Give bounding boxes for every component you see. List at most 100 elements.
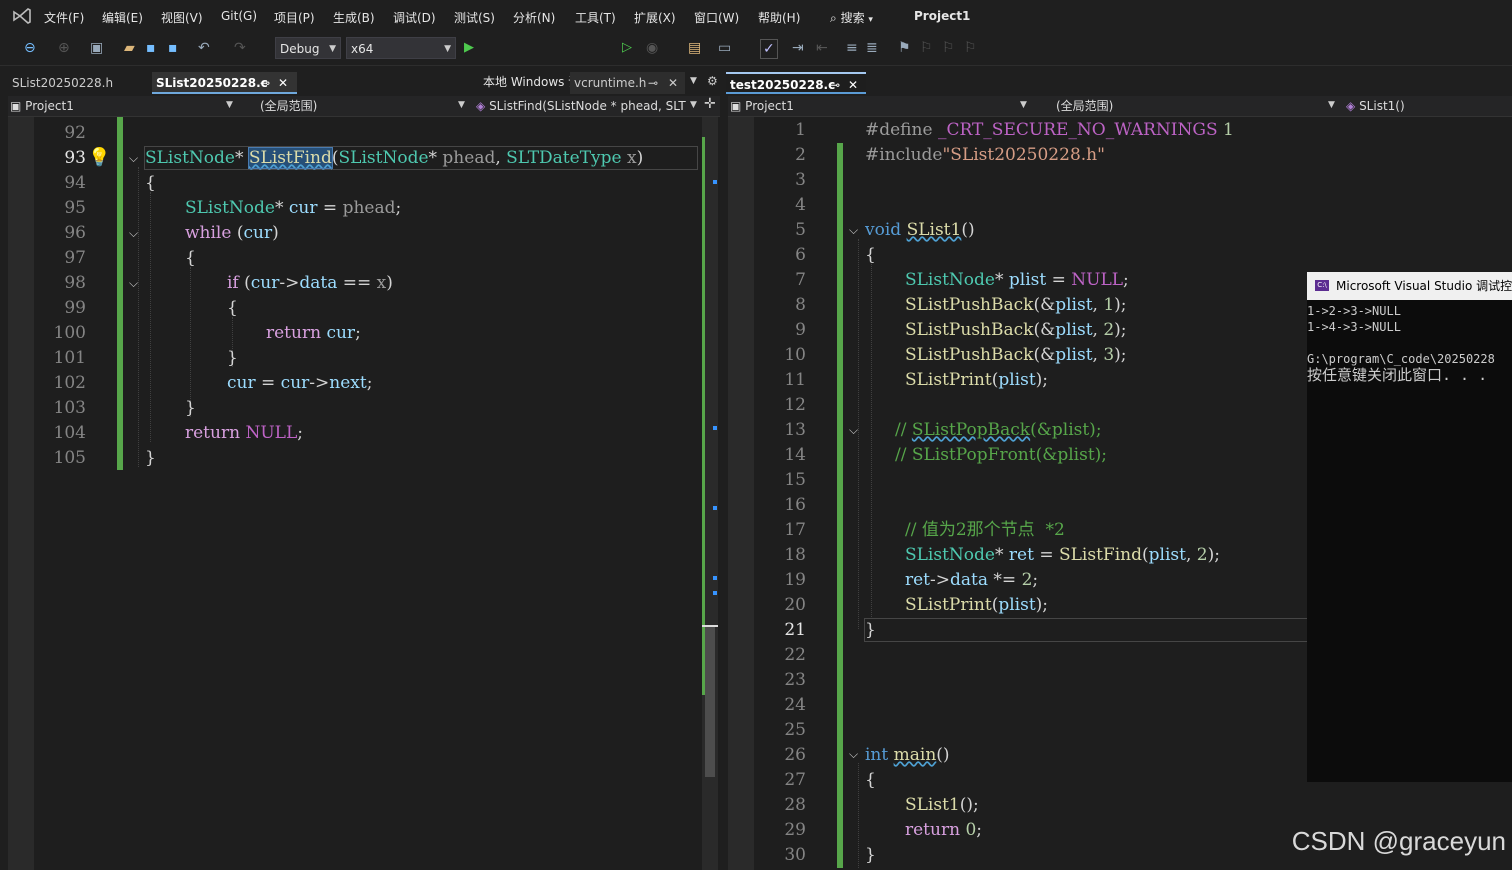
bookmark-icon[interactable]: ⚑ xyxy=(898,39,911,57)
collapse-icon[interactable]: ⌵ xyxy=(849,747,858,762)
code-line-2[interactable]: #include"SList20250228.h" xyxy=(865,143,1105,168)
code-line-6[interactable]: { xyxy=(865,243,876,268)
pin-icon[interactable]: ⊸ xyxy=(648,72,658,94)
code-line-28[interactable]: SList1(); xyxy=(905,793,979,818)
menu-build[interactable]: 生成(B) xyxy=(333,9,375,26)
member-dropdown[interactable]: ◈ SList1() xyxy=(1346,96,1405,116)
menu-git[interactable]: Git(G) xyxy=(221,9,257,23)
code-line-95[interactable]: SListNode* cur = phead; xyxy=(185,196,401,221)
lightbulb-icon[interactable]: 💡 xyxy=(88,147,110,168)
code-line-101[interactable]: } xyxy=(227,346,238,371)
scrollbar-thumb[interactable] xyxy=(705,625,715,777)
save-icon[interactable]: ▪ xyxy=(146,39,156,57)
menu-window[interactable]: 窗口(W) xyxy=(694,9,739,26)
menu-edit[interactable]: 编辑(E) xyxy=(102,9,143,26)
code-line-103[interactable]: } xyxy=(185,396,196,421)
indent-icon[interactable]: ⇥ xyxy=(792,39,804,57)
folder-view-icon[interactable]: ▤ xyxy=(688,39,701,57)
code-line-97[interactable]: { xyxy=(185,246,196,271)
code-line-102[interactable]: cur = cur->next; xyxy=(227,371,372,396)
code-line-93[interactable]: SListNode* SListFind(SListNode* phead, S… xyxy=(145,146,643,171)
tab-overflow-icon[interactable]: ▼ xyxy=(690,76,697,86)
code-line-14[interactable]: // SListPopFront(&plist); xyxy=(895,443,1107,468)
code-line-27[interactable]: { xyxy=(865,768,876,793)
console-title-bar[interactable]: C:\ Microsoft Visual Studio 调试控 xyxy=(1307,272,1512,300)
code-line-20[interactable]: SListPrint(plist); xyxy=(905,593,1048,618)
pin-icon[interactable]: ⊸ xyxy=(260,72,270,94)
menu-help[interactable]: 帮助(H) xyxy=(758,9,800,26)
code-line-21[interactable]: } xyxy=(865,618,876,643)
code-line-10[interactable]: SListPushBack(&plist, 3); xyxy=(905,343,1127,368)
tab-slist-c[interactable]: SList20250228.c ⊸ ✕ xyxy=(152,72,297,94)
spell-check-icon[interactable]: ✓ xyxy=(760,39,778,59)
tab-test-c[interactable]: test20250228.c ⊸ ✕ xyxy=(726,72,866,94)
outdent-icon[interactable]: ⇤ xyxy=(816,39,828,57)
code-line-19[interactable]: ret->data *= 2; xyxy=(905,568,1038,593)
run-debug-button[interactable]: ▶ xyxy=(464,39,474,57)
code-line-99[interactable]: { xyxy=(227,296,238,321)
collapse-icon[interactable]: ⌵ xyxy=(849,223,858,238)
window-layout-icon[interactable]: ▭ xyxy=(718,39,731,57)
vertical-scrollbar[interactable] xyxy=(702,117,718,870)
code-line-5[interactable]: void SList1() xyxy=(865,218,975,243)
code-line-104[interactable]: return NULL; xyxy=(185,421,303,446)
code-line-105[interactable]: } xyxy=(145,446,156,471)
code-line-26[interactable]: int main() xyxy=(865,743,950,768)
collapse-icon[interactable]: ⌵ xyxy=(129,276,138,291)
left-code-editor[interactable]: 92 93 94 95 96 97 98 99 100 101 102 103 … xyxy=(8,117,720,870)
close-icon[interactable]: ✕ xyxy=(278,72,288,94)
code-line-17[interactable]: // 值为2那个节点 *2 xyxy=(905,518,1065,543)
code-line-7[interactable]: SListNode* plist = NULL; xyxy=(905,268,1129,293)
debug-console-window[interactable]: C:\ Microsoft Visual Studio 调试控 1->2->3-… xyxy=(1307,272,1512,782)
uncomment-icon[interactable]: ≣ xyxy=(866,39,878,57)
scope-dropdown[interactable]: (全局范围) xyxy=(260,96,317,116)
gear-icon[interactable]: ⚙ xyxy=(707,74,718,88)
clear-bookmarks-icon[interactable]: ⚐ xyxy=(964,39,977,57)
undo-icon[interactable]: ↶ xyxy=(198,39,210,57)
new-project-icon[interactable]: ▣ xyxy=(90,39,103,57)
forward-icon[interactable]: ⊕ xyxy=(58,39,70,57)
split-icon[interactable]: ✛ xyxy=(704,96,716,112)
menu-tools[interactable]: 工具(T) xyxy=(575,9,616,26)
close-icon[interactable]: ✕ xyxy=(668,72,678,94)
code-line-9[interactable]: SListPushBack(&plist, 2); xyxy=(905,318,1127,343)
code-line-100[interactable]: return cur; xyxy=(266,321,361,346)
open-folder-icon[interactable]: ▰ xyxy=(124,39,135,57)
member-dropdown[interactable]: ◈ SListFind(SListNode * phead, SLTI xyxy=(476,96,686,116)
menu-file[interactable]: 文件(F) xyxy=(44,9,84,26)
tab-slist-h[interactable]: SList20250228.h xyxy=(8,72,148,94)
project-dropdown[interactable]: ▣ Project1 xyxy=(10,96,74,116)
code-line-29[interactable]: return 0; xyxy=(905,818,982,843)
project-dropdown[interactable]: ▣ Project1 xyxy=(730,96,794,116)
redo-icon[interactable]: ↷ xyxy=(234,39,246,57)
configuration-select[interactable]: Debug ▼ xyxy=(275,37,341,59)
save-all-icon[interactable]: ▪ xyxy=(168,39,178,57)
menu-debug[interactable]: 调试(D) xyxy=(393,9,436,26)
start-without-debug-icon[interactable]: ▷ xyxy=(622,39,632,57)
code-line-13[interactable]: // SListPopBack(&plist); xyxy=(895,418,1102,443)
close-icon[interactable]: ✕ xyxy=(848,74,858,96)
next-bookmark-icon[interactable]: ⚐ xyxy=(942,39,955,57)
menu-view[interactable]: 视图(V) xyxy=(161,9,203,26)
collapse-icon[interactable]: ⌵ xyxy=(129,226,138,241)
scope-dropdown[interactable]: (全局范围) xyxy=(1056,96,1113,116)
tab-vcruntime-h[interactable]: vcruntime.h ⊸ ✕ xyxy=(570,72,685,94)
search-button[interactable]: ⌕ 搜索 ▾ xyxy=(830,9,873,26)
prev-bookmark-icon[interactable]: ⚐ xyxy=(920,39,933,57)
platform-select[interactable]: x64 ▼ xyxy=(346,37,456,59)
code-line-11[interactable]: SListPrint(plist); xyxy=(905,368,1048,393)
code-line-94[interactable]: { xyxy=(145,171,156,196)
code-line-18[interactable]: SListNode* ret = SListFind(plist, 2); xyxy=(905,543,1220,568)
vs-logo-icon[interactable] xyxy=(12,7,32,25)
code-line-98[interactable]: if (cur->data == x) xyxy=(227,271,393,296)
code-line-1[interactable]: #define _CRT_SECURE_NO_WARNINGS 1 xyxy=(865,118,1234,143)
menu-test[interactable]: 测试(S) xyxy=(454,9,495,26)
menu-project[interactable]: 项目(P) xyxy=(274,9,315,26)
menu-analyze[interactable]: 分析(N) xyxy=(513,9,555,26)
code-line-8[interactable]: SListPushBack(&plist, 1); xyxy=(905,293,1127,318)
collapse-icon[interactable]: ⌵ xyxy=(129,151,138,166)
back-icon[interactable]: ⊖ xyxy=(24,39,36,57)
code-line-30[interactable]: } xyxy=(865,843,876,868)
code-line-96[interactable]: while (cur) xyxy=(185,221,279,246)
hot-reload-icon[interactable]: ◉ xyxy=(646,39,658,57)
